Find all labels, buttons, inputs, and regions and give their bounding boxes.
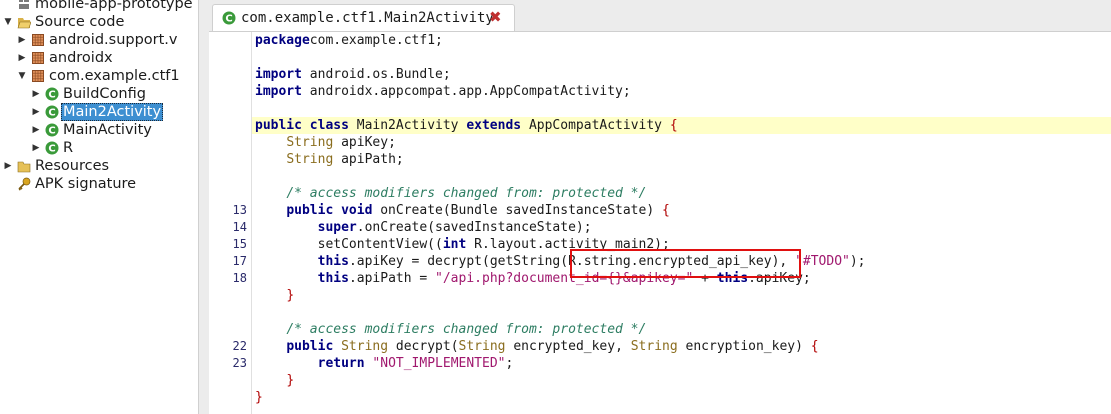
class-icon: C [45,87,59,101]
expanded-toggle-icon[interactable]: ▼ [3,13,13,31]
line-number: 15 [232,237,247,251]
code-line[interactable]: return "NOT_IMPLEMENTED"; [252,355,1111,372]
tree-item[interactable]: mobile-app-prototype [0,0,198,13]
tree-item[interactable]: ▶ C R [0,139,198,157]
svg-text:C: C [225,14,232,25]
tree-item[interactable]: APK signature [0,175,198,193]
tree-item[interactable]: ▶ C Main2Activity [0,103,198,121]
code-line[interactable]: } [252,287,1111,304]
tree-item-label: Source code [35,14,125,30]
tree-item-label: MainActivity [63,122,152,138]
editor-tab-bar: C com.example.ctf1.Main2Activity ✖ [209,0,1111,32]
code-line[interactable]: } [252,389,1111,406]
line-number: 18 [232,271,247,285]
tree-item[interactable]: ▶ androidx [0,49,198,67]
key-icon [18,177,31,191]
class-icon: C [45,141,59,155]
collapsed-toggle-icon[interactable]: ▶ [31,85,41,103]
class-icon: C [45,105,59,119]
editor-tab-title: com.example.ctf1.Main2Activity [241,10,494,26]
code-line[interactable]: /* access modifiers changed from: protec… [252,321,1111,338]
package-icon [32,52,44,64]
code-editor[interactable]: packagecom.example.ctf1; import android.o… [252,32,1111,414]
code-line[interactable]: public void onCreate(Bundle savedInstanc… [252,202,1111,219]
tree-item[interactable]: ▶ C BuildConfig [0,85,198,103]
svg-text:C: C [48,126,55,137]
tree-item[interactable]: ▶ android.support.v [0,31,198,49]
close-icon[interactable]: ✖ [489,8,502,26]
line-number: 23 [232,356,247,370]
line-number: 22 [232,339,247,353]
collapsed-toggle-icon[interactable]: ▶ [3,157,13,175]
code-line[interactable]: this.apiKey = decrypt(getString(R.string… [252,253,1111,270]
code-line[interactable]: super.onCreate(savedInstanceState); [252,219,1111,236]
line-number-gutter: 13 14 15 17 18 22 23 [209,32,252,414]
code-line[interactable]: packagecom.example.ctf1; [252,32,1111,49]
class-icon: C [222,11,236,25]
svg-text:C: C [48,90,55,101]
code-line[interactable] [252,49,1111,66]
code-line[interactable]: import androidx.appcompat.app.AppCompatA… [252,83,1111,100]
code-line[interactable]: public class Main2Activity extends AppCo… [252,117,1111,134]
tree-item[interactable]: ▶ C MainActivity [0,121,198,139]
tree-item-label: android.support.v [49,32,178,48]
project-icon [19,0,29,9]
package-icon [32,70,44,82]
line-number: 17 [232,254,247,268]
class-icon: C [45,123,59,137]
code-line[interactable]: String apiKey; [252,134,1111,151]
tree-item-label: mobile-app-prototype [35,0,193,12]
code-line[interactable]: import android.os.Bundle; [252,66,1111,83]
tree-item-label: com.example.ctf1 [49,68,180,84]
code-line[interactable]: public String decrypt(String encrypted_k… [252,338,1111,355]
folder-icon [17,161,31,173]
svg-text:C: C [48,144,55,155]
code-line[interactable] [252,168,1111,185]
expanded-toggle-icon[interactable]: ▼ [17,67,27,85]
tree-item-label: androidx [49,50,113,66]
collapsed-toggle-icon[interactable]: ▶ [31,139,41,157]
editor-tab-main2activity[interactable]: C com.example.ctf1.Main2Activity ✖ [212,4,515,31]
tree-item-label: R [63,140,74,156]
tree-item-label: BuildConfig [63,86,146,102]
folder-open-icon [17,18,31,29]
svg-text:C: C [48,108,55,119]
code-line[interactable]: setContentView((int R.layout.activity_ma… [252,236,1111,253]
tree-item-label: Resources [35,158,110,174]
tree-item[interactable]: ▼ com.example.ctf1 [0,67,198,85]
package-icon [32,34,44,46]
line-number: 14 [232,220,247,234]
code-line[interactable]: this.apiPath = "/api.php?document_id={}&… [252,270,1111,287]
line-number: 13 [232,203,247,217]
tree-item[interactable]: ▶ Resources [0,157,198,175]
tree-item-label: Main2Activity [61,103,164,121]
tree-item[interactable]: ▼ Source code [0,13,198,31]
code-line[interactable]: /* access modifiers changed from: protec… [252,185,1111,202]
project-tree: mobile-app-prototype ▼ Source code ▶ android… [0,0,198,414]
collapsed-toggle-icon[interactable]: ▶ [17,31,27,49]
code-line[interactable]: } [252,372,1111,389]
collapsed-toggle-icon[interactable]: ▶ [31,103,41,121]
collapsed-toggle-icon[interactable]: ▶ [17,49,27,67]
code-line[interactable] [252,304,1111,321]
code-line[interactable]: String apiPath; [252,151,1111,168]
code-line[interactable] [252,100,1111,117]
tree-item-label: APK signature [35,176,137,192]
collapsed-toggle-icon[interactable]: ▶ [31,121,41,139]
